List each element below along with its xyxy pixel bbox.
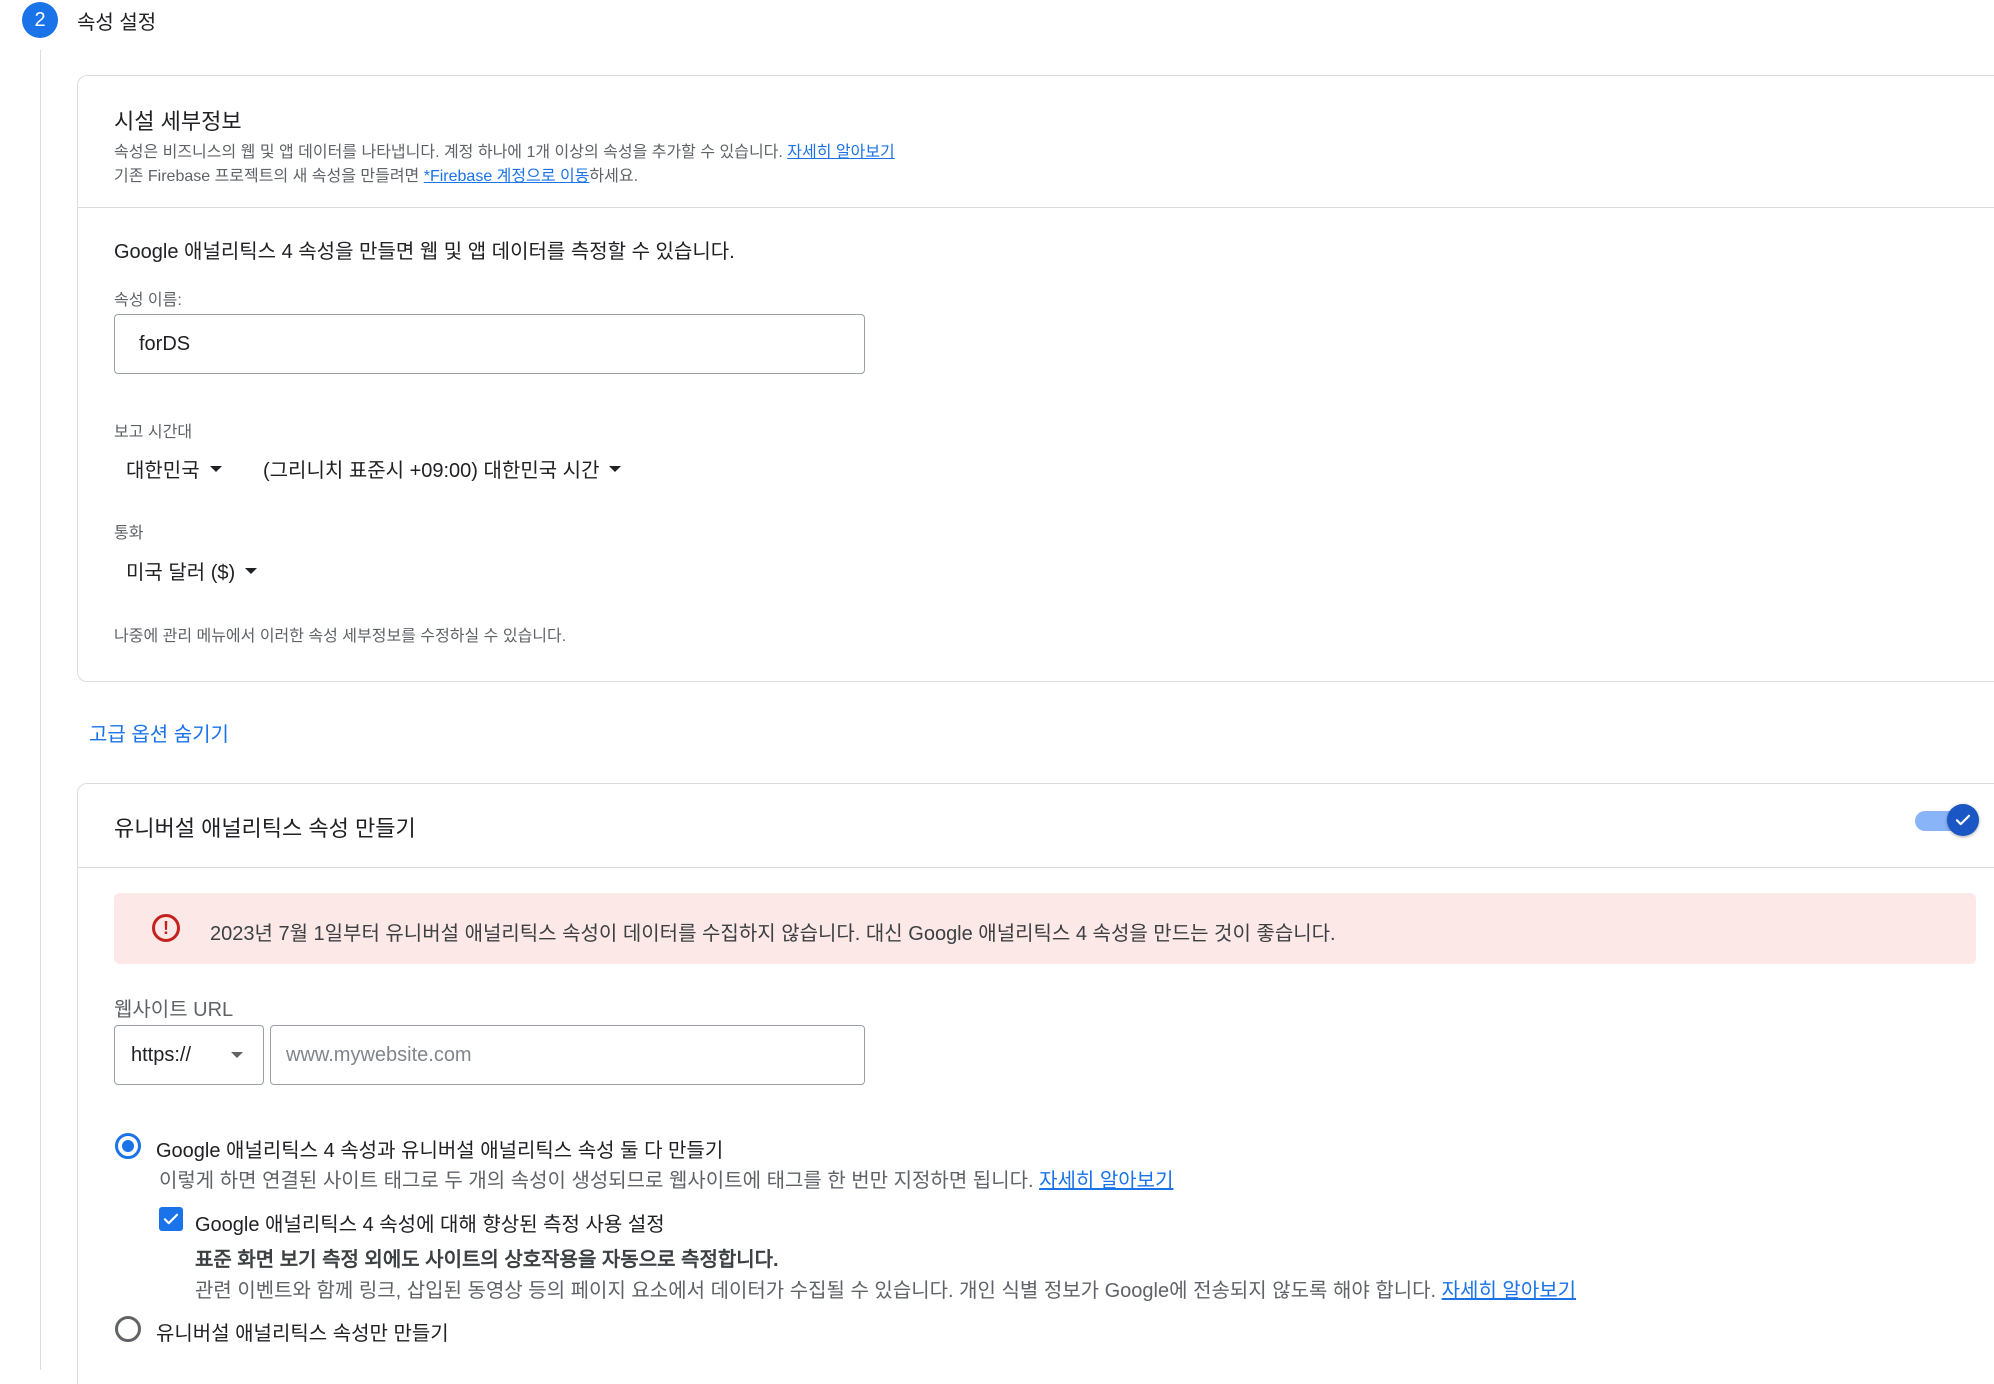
ua-toggle-switch[interactable] xyxy=(1947,804,1979,836)
protocol-select-value: https:// xyxy=(131,1043,192,1066)
property-details-footer-note: 나중에 관리 메뉴에서 이러한 속성 세부정보를 수정하실 수 있습니다. xyxy=(114,628,567,645)
deprecation-warning-text: 2023년 7월 1일부터 유니버설 애널리틱스 속성이 데이터를 수집하지 않… xyxy=(210,923,1336,945)
learn-more-link[interactable]: 자세히 알아보기 xyxy=(1442,1280,1576,1302)
firebase-description: 기존 Firebase 프로젝트의 새 속성을 만들려면 *Firebase 계… xyxy=(114,168,639,185)
create-ua-only-label: 유니버설 애널리틱스 속성만 만들기 xyxy=(156,1323,449,1345)
step-number-badge: 2 xyxy=(22,2,58,38)
chevron-down-icon xyxy=(245,567,258,574)
learn-more-link[interactable]: 자세히 알아보기 xyxy=(1039,1170,1173,1192)
website-url-placeholder: www.mywebsite.com xyxy=(286,1043,472,1066)
error-icon: ! xyxy=(152,914,180,942)
property-name-label: 속성 이름: xyxy=(114,292,182,309)
learn-more-link[interactable]: 자세히 알아보기 xyxy=(787,144,895,161)
country-select[interactable]: 대한민국 xyxy=(126,454,222,483)
property-details-title: 시설 세부정보 xyxy=(114,109,242,134)
enhanced-measurement-description: 관련 이벤트와 함께 링크, 삽입된 동영상 등의 페이지 요소에서 데이터가 … xyxy=(195,1280,1577,1302)
chevron-down-icon xyxy=(609,465,622,472)
create-both-label: Google 애널리틱스 4 속성과 유니버설 애널리틱스 속성 둘 다 만들기 xyxy=(156,1140,724,1162)
card-divider xyxy=(78,207,1994,208)
card-divider xyxy=(78,867,1994,868)
chevron-down-icon xyxy=(231,1052,243,1058)
currency-select-value: 미국 달러 ($) xyxy=(126,562,236,584)
timezone-select[interactable]: (그리니치 표준시 +09:00) 대한민국 시간 xyxy=(263,454,622,483)
create-both-radio[interactable] xyxy=(115,1133,141,1159)
enhanced-measurement-label: Google 애널리틱스 4 속성에 대해 향상된 측정 사용 설정 xyxy=(195,1214,665,1236)
website-url-label: 웹사이트 URL xyxy=(114,999,234,1021)
check-icon xyxy=(163,1213,179,1225)
create-ua-only-radio[interactable] xyxy=(115,1316,141,1342)
chevron-down-icon xyxy=(209,465,222,472)
step-connector-line xyxy=(40,50,41,1370)
enhanced-measurement-bold-text: 표준 화면 보기 측정 외에도 사이트의 상호작용을 자동으로 측정합니다. xyxy=(195,1249,779,1271)
timezone-select-value: (그리니치 표준시 +09:00) 대한민국 시간 xyxy=(263,460,600,482)
property-name-input[interactable]: forDS xyxy=(114,314,865,374)
country-select-value: 대한민국 xyxy=(126,460,200,482)
property-details-description: 속성은 비즈니스의 웹 및 앱 데이터를 나타냅니다. 계정 하나에 1개 이상… xyxy=(114,144,895,161)
hide-advanced-options-link[interactable]: 고급 옵션 숨기기 xyxy=(89,718,229,747)
universal-analytics-title: 유니버설 애널리틱스 속성 만들기 xyxy=(114,816,416,841)
property-name-value: forDS xyxy=(139,332,191,355)
protocol-select[interactable]: https:// xyxy=(114,1025,264,1085)
website-url-input[interactable]: www.mywebsite.com xyxy=(270,1025,865,1085)
ga4-intro-text: Google 애널리틱스 4 속성을 만들면 웹 및 앱 데이터를 측정할 수 … xyxy=(114,241,735,263)
currency-label: 통화 xyxy=(114,525,144,542)
currency-select[interactable]: 미국 달러 ($) xyxy=(126,556,258,585)
create-both-description: 이렇게 하면 연결된 사이트 태그로 두 개의 속성이 생성되므로 웹사이트에 … xyxy=(159,1170,1174,1192)
timezone-label: 보고 시간대 xyxy=(114,424,193,441)
step-title: 속성 설정 xyxy=(77,12,157,34)
firebase-account-link[interactable]: *Firebase 계정으로 이동 xyxy=(424,168,590,185)
enhanced-measurement-checkbox[interactable] xyxy=(159,1207,183,1231)
check-icon xyxy=(1955,814,1971,826)
